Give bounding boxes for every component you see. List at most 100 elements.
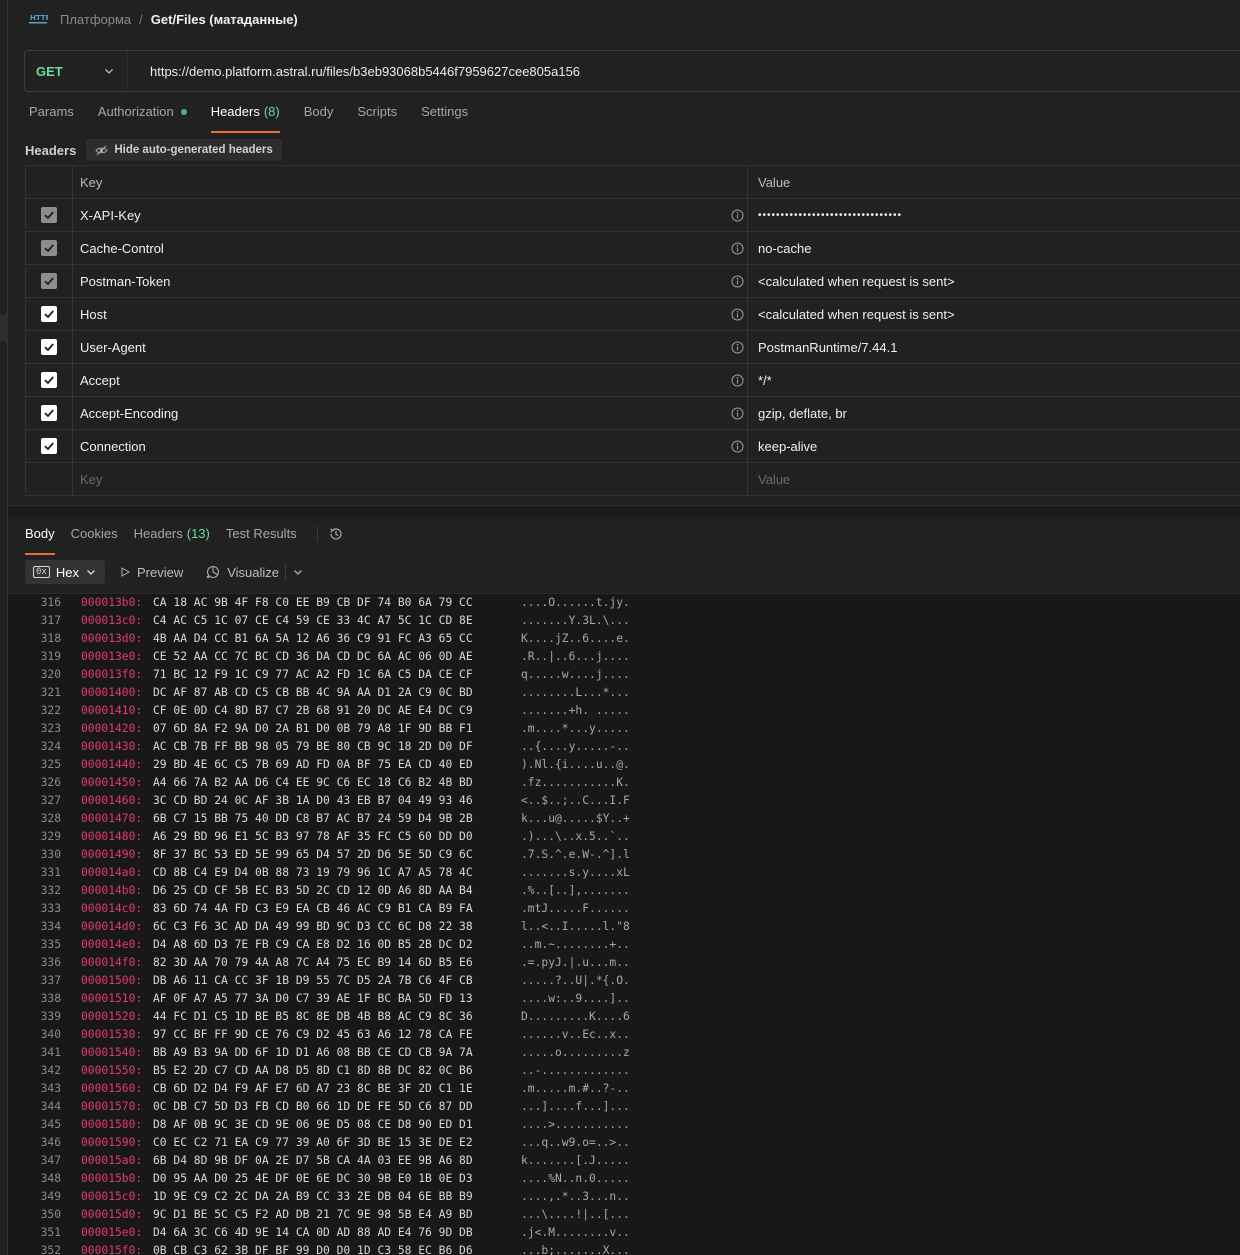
hex-bytes: B5 E2 2D C7 CD AA D8 D5 8D C1 8D 8B DC 8… — [153, 1064, 473, 1077]
rail-marker[interactable] — [0, 315, 8, 341]
hex-address: 00001420: — [81, 722, 143, 735]
header-enabled-checkbox[interactable] — [41, 273, 57, 289]
line-number: 346 — [40, 1136, 61, 1149]
tab-body[interactable]: Body — [304, 104, 334, 132]
breadcrumb-separator: / — [139, 11, 143, 27]
hex-bytes: 71 BC 12 F9 1C C9 77 AC A2 FD 1C 6A C5 D… — [153, 668, 473, 681]
hex-viewer[interactable]: 316 000013b0: CA 18 AC 9B 4F F8 C0 EE B9 C… — [8, 593, 1240, 1255]
hex-address: 000014b0: — [81, 884, 143, 897]
line-number: 342 — [40, 1064, 61, 1077]
hex-ascii: ....>........... — [521, 1118, 630, 1131]
visualize-button[interactable]: Visualize — [197, 560, 312, 584]
format-select[interactable]: 0x Hex — [25, 560, 105, 584]
header-value-cell[interactable]: keep-alive — [748, 430, 1240, 462]
hide-auto-headers-button[interactable]: Hide auto-generated headers — [86, 139, 282, 161]
line-number: 344 — [40, 1100, 61, 1113]
hex-ascii: ....,.*..3...n.. — [521, 1190, 630, 1203]
header-value-cell[interactable]: •••••••••••••••••••••••••••••••• — [748, 199, 1240, 231]
header-enabled-checkbox[interactable] — [41, 207, 57, 223]
hex-ascii: .m.....m.#..?-.. — [521, 1082, 630, 1095]
new-value-input[interactable]: Value — [748, 463, 1240, 495]
info-icon[interactable] — [731, 341, 744, 354]
hex-address: 00001460: — [81, 794, 143, 807]
header-value-cell[interactable]: PostmanRuntime/7.44.1 — [748, 331, 1240, 363]
header-value-cell[interactable]: <calculated when request is sent> — [748, 298, 1240, 330]
header-enabled-checkbox[interactable] — [41, 372, 57, 388]
header-value-cell[interactable]: no-cache — [748, 232, 1240, 264]
hex-ascii: ....%N..n.0..... — [521, 1172, 630, 1185]
hex-bytes: CF 0E 0D C4 8D B7 C7 2B 68 91 20 DC AE E… — [153, 704, 473, 717]
header-value-cell[interactable]: <calculated when request is sent> — [748, 265, 1240, 297]
header-key-cell[interactable]: Postman-Token — [73, 265, 748, 297]
table-row: Host <calculated when request is sent> — [26, 298, 1240, 331]
url-input[interactable]: https://demo.platform.astral.ru/files/b3… — [128, 64, 580, 79]
tab-params[interactable]: Params — [29, 104, 74, 132]
hex-ascii: .....o.........z — [521, 1046, 630, 1059]
header-value-cell[interactable]: */* — [748, 364, 1240, 396]
breadcrumb-parent[interactable]: Платформа — [60, 12, 131, 27]
tab-count: (8) — [263, 104, 280, 119]
header-key-cell[interactable]: Connection — [73, 430, 748, 462]
info-icon[interactable] — [731, 242, 744, 255]
hex-ascii: ..-............. — [521, 1064, 630, 1077]
header-value-cell[interactable]: gzip, deflate, br — [748, 397, 1240, 429]
tab-response-body[interactable]: Body — [25, 526, 55, 555]
tab-settings[interactable]: Settings — [421, 104, 468, 132]
info-icon[interactable] — [731, 374, 744, 387]
hex-bytes: 0C DB C7 5D D3 FB CD B0 66 1D DE FE 5D C… — [153, 1100, 473, 1113]
header-enabled-checkbox[interactable] — [41, 405, 57, 421]
line-number: 332 — [40, 884, 61, 897]
checkbox-cell — [26, 430, 73, 462]
breadcrumb: HTTP Платформа / Get/Files (матаданные) — [28, 8, 298, 30]
info-icon[interactable] — [731, 407, 744, 420]
line-number: 322 — [40, 704, 61, 717]
method-select[interactable]: GET — [25, 51, 127, 91]
info-icon[interactable] — [731, 440, 744, 453]
header-key-cell[interactable]: Accept — [73, 364, 748, 396]
header-key-cell[interactable]: X-API-Key — [73, 199, 748, 231]
hex-address: 000013f0: — [81, 668, 143, 681]
header-key-cell[interactable]: Accept-Encoding — [73, 397, 748, 429]
preview-button[interactable]: Preview — [111, 560, 191, 584]
auth-status-dot — [180, 109, 187, 115]
key-column-header: Key — [73, 166, 748, 198]
info-icon[interactable] — [731, 308, 744, 321]
hex-address: 00001540: — [81, 1046, 143, 1059]
hex-ascii: ........L...*... — [521, 686, 630, 699]
hex-address: 00001480: — [81, 830, 143, 843]
hex-bytes: D4 A8 6D D3 7E FB C9 CA E8 D2 16 0D B5 2… — [153, 938, 473, 951]
header-key-cell[interactable]: User-Agent — [73, 331, 748, 363]
hex-address: 00001560: — [81, 1082, 143, 1095]
line-number: 351 — [40, 1226, 61, 1239]
tab-headers[interactable]: Headers (8) — [210, 104, 280, 133]
hex-bytes: AF 0F A7 A5 77 3A D0 C7 39 AE 1F BC BA 5… — [153, 992, 473, 1005]
hex-bytes: 1D 9E C9 C2 2C DA 2A B9 CC 33 2E DB 04 6… — [153, 1190, 473, 1203]
header-key: X-API-Key — [80, 207, 141, 223]
header-key-cell[interactable]: Cache-Control — [73, 232, 748, 264]
history-icon[interactable] — [316, 526, 344, 542]
line-number: 341 — [40, 1046, 61, 1059]
header-key-cell[interactable]: Host — [73, 298, 748, 330]
hex-ascii: D.........K....6 — [521, 1010, 630, 1023]
tab-scripts[interactable]: Scripts — [357, 104, 397, 132]
header-enabled-checkbox[interactable] — [41, 438, 57, 454]
line-number: 318 — [40, 632, 61, 645]
chevron-down-icon[interactable] — [292, 566, 304, 578]
new-key-input[interactable]: Key — [73, 463, 748, 495]
request-title[interactable]: Get/Files (матаданные) — [151, 12, 298, 27]
hex-address: 000015c0: — [81, 1190, 143, 1203]
hex-ascii: .....?..U|.*{.O. — [521, 974, 630, 987]
hex-address: 00001570: — [81, 1100, 143, 1113]
tab-test-results[interactable]: Test Results — [226, 526, 297, 554]
info-icon[interactable] — [731, 209, 744, 222]
header-enabled-checkbox[interactable] — [41, 339, 57, 355]
tab-cookies[interactable]: Cookies — [71, 526, 118, 554]
header-value: no-cache — [758, 240, 812, 256]
header-enabled-checkbox[interactable] — [41, 306, 57, 322]
line-number: 343 — [40, 1082, 61, 1095]
tab-authorization[interactable]: Authorization — [98, 104, 187, 132]
pane-divider[interactable] — [8, 505, 1240, 519]
tab-response-headers[interactable]: Headers (13) — [134, 526, 210, 554]
header-enabled-checkbox[interactable] — [41, 240, 57, 256]
info-icon[interactable] — [731, 275, 744, 288]
